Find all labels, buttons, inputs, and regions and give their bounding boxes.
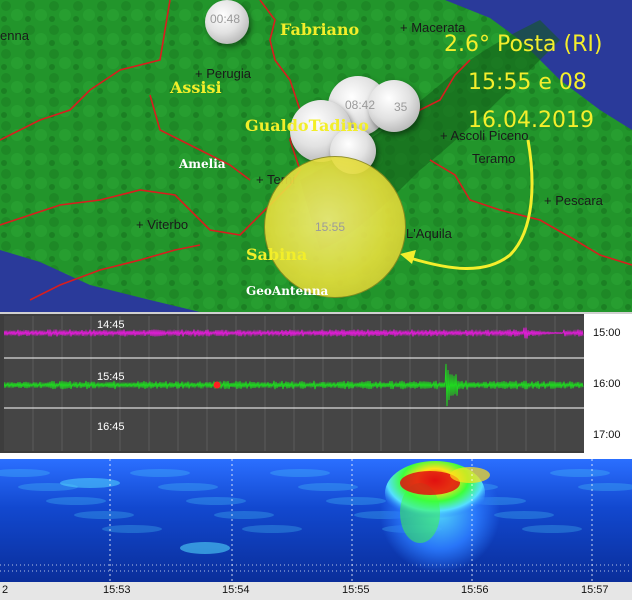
- spectrogram-noise: [494, 511, 554, 519]
- spectrogram-noise: [550, 469, 610, 477]
- seismogram-traces: [3, 316, 584, 451]
- time-axis-label: 2: [2, 584, 9, 596]
- place-geoantenna: GeoAntenna: [246, 284, 329, 298]
- spectrogram-noise: [522, 525, 582, 533]
- town-label: L'Aquila: [406, 226, 452, 241]
- trace-end-time: 15:00: [593, 327, 621, 339]
- event-magnitude-location: 2.6° Posta (RI): [444, 32, 603, 57]
- map-panel[interactable]: enna + Perugia + Macerata + Terni + Asco…: [0, 0, 632, 312]
- past-quake-label: 08:42: [345, 98, 376, 112]
- event-marker: [213, 381, 221, 389]
- time-axis-label: 15:54: [222, 584, 250, 596]
- seismogram-plot: [3, 316, 584, 451]
- trace-start-time: 16:45: [97, 421, 125, 433]
- event-time: 15:55 e 08: [468, 70, 587, 95]
- time-axis-label: 15:55: [342, 584, 370, 596]
- trace-end-time: 16:00: [593, 378, 621, 390]
- spectrogram-noise: [180, 542, 230, 554]
- spectrogram-noise: [214, 511, 274, 519]
- town-label: + Pescara: [544, 193, 603, 208]
- trace-start-time: 15:45: [97, 371, 125, 383]
- time-axis-label: 15:56: [461, 584, 489, 596]
- time-axis-label: 15:53: [103, 584, 131, 596]
- past-quake-label: 00:48: [210, 12, 241, 26]
- town-label: enna: [0, 28, 29, 43]
- spectrogram-event: [450, 467, 490, 483]
- spectrogram-noise: [46, 497, 106, 505]
- event-date: 16.04.2019: [468, 108, 594, 133]
- main-quake-label: 15:55: [315, 220, 346, 234]
- place-gualdo-tadino: GualdoTadino: [245, 116, 369, 135]
- spectrogram-noise: [270, 469, 330, 477]
- time-axis: 2 15:53 15:54 15:55 15:56 15:57: [0, 582, 632, 600]
- time-axis-label: 15:57: [581, 584, 609, 596]
- town-label: + Viterbo: [136, 217, 189, 232]
- spectrogram-top-strip: [0, 453, 632, 459]
- spectrogram-noise: [60, 478, 120, 488]
- spectrogram-noise: [102, 525, 162, 533]
- spectrogram-panel[interactable]: [0, 453, 632, 582]
- spectrogram-noise: [74, 511, 134, 519]
- quake-monitor-view: enna + Perugia + Macerata + Terni + Asco…: [0, 0, 632, 600]
- seismogram-panel[interactable]: 14:45 15:45 16:45 15:00 16:00 17:00: [0, 312, 632, 455]
- place-fabriano: Fabriano: [280, 20, 360, 39]
- past-quake-label: 35: [394, 100, 408, 114]
- place-assisi: Assisi: [170, 78, 222, 97]
- trace-end-time: 17:00: [593, 429, 621, 441]
- spectrogram-noise: [186, 497, 246, 505]
- spectrogram-noise: [158, 483, 218, 491]
- place-amelia: Amelia: [179, 157, 226, 171]
- spectrogram-noise: [242, 525, 302, 533]
- trace-start-time: 14:45: [97, 319, 125, 331]
- spectrogram-noise: [130, 469, 190, 477]
- place-sabina: Sabina: [246, 245, 308, 264]
- spectrogram-image: [0, 453, 632, 582]
- spectrogram-noise: [326, 497, 386, 505]
- spectrogram-noise: [298, 483, 358, 491]
- town-label: Teramo: [472, 151, 516, 166]
